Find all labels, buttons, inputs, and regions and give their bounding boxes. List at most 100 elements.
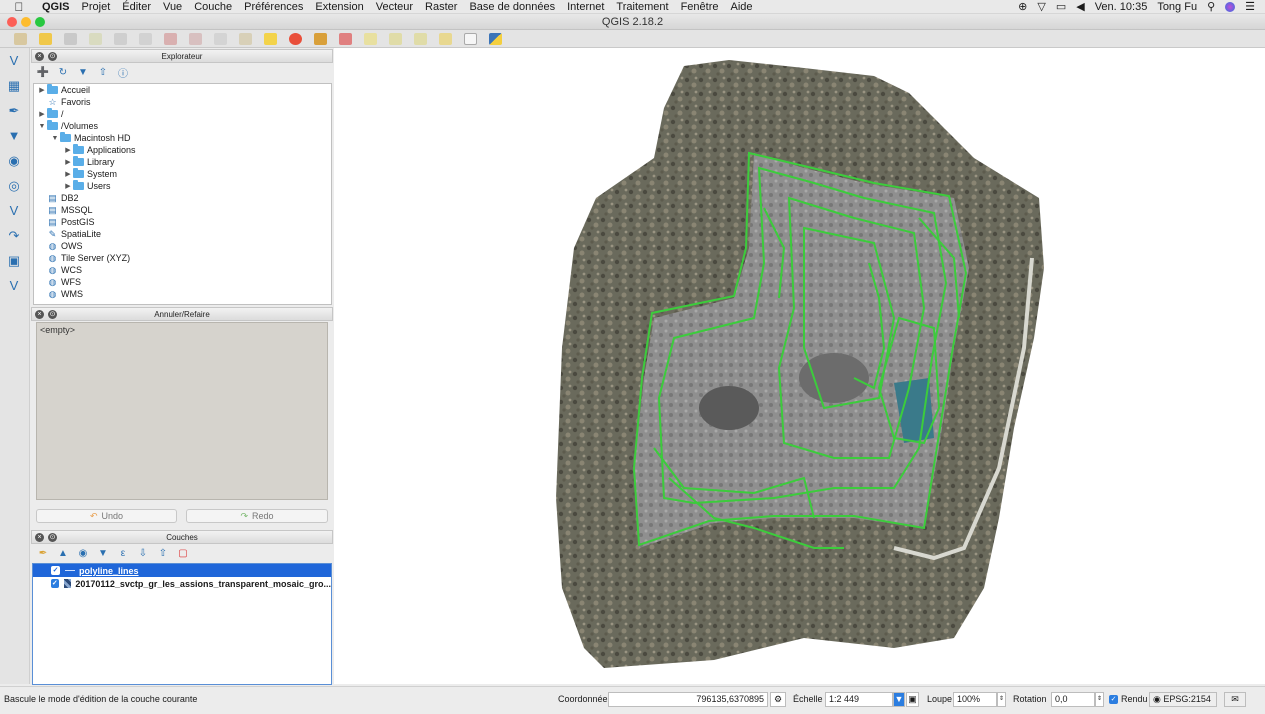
location-icon[interactable]: ⊕ — [1018, 0, 1027, 13]
lock-scale-icon[interactable]: ▣ — [906, 692, 919, 707]
map-render[interactable] — [334, 48, 1265, 684]
map-canvas[interactable] — [334, 48, 1265, 684]
expand-arrow-icon[interactable]: ▼ — [50, 135, 60, 142]
collapse-all-icon[interactable]: ⇧ — [95, 65, 111, 79]
layer-style-icon[interactable]: ✒ — [35, 546, 51, 560]
tree-item-wms[interactable]: ◍ WMS — [34, 288, 331, 300]
show-hide-labels-icon[interactable] — [358, 31, 383, 47]
tree-item-ows[interactable]: ◍ OWS — [34, 240, 331, 252]
expand-all-icon[interactable]: ⇩ — [135, 546, 151, 560]
pencil-gray-icon[interactable] — [8, 31, 33, 47]
expand-arrow-icon[interactable]: ▼ — [37, 123, 47, 130]
layer-diagram-icon[interactable] — [308, 31, 333, 47]
label-abc-icon[interactable] — [258, 31, 283, 47]
tree-item-system[interactable]: ▶ System — [34, 168, 331, 180]
add-feature-icon[interactable] — [83, 31, 108, 47]
collapse-all-icon[interactable]: ⇧ — [155, 546, 171, 560]
undo-button[interactable]: ↶ Undo — [36, 509, 177, 523]
rotate-label-icon[interactable] — [408, 31, 433, 47]
tree-item-postgis[interactable]: ▤ PostGIS — [34, 216, 331, 228]
close-window-button[interactable] — [7, 17, 17, 27]
tree-item-mssql[interactable]: ▤ MSSQL — [34, 204, 331, 216]
node-tool-icon[interactable] — [133, 31, 158, 47]
float-panel-icon[interactable]: ⊙ — [48, 52, 57, 61]
magnifier-input[interactable]: 100% — [953, 692, 997, 707]
menu-traitement[interactable]: Traitement — [610, 0, 674, 14]
layers-list[interactable]: ✓ polyline_lines ✓ 20170112_svctp_gr_les_as… — [32, 563, 332, 685]
expand-arrow-icon[interactable]: ▶ — [63, 146, 73, 154]
add-virtual-layer-icon[interactable]: ▣ — [0, 248, 28, 273]
float-panel-icon[interactable]: ⊙ — [48, 533, 57, 542]
copy-features-icon[interactable] — [208, 31, 233, 47]
refresh-icon[interactable]: ↻ — [55, 65, 71, 79]
rotation-stepper[interactable]: ⇕ — [1095, 692, 1104, 707]
paste-features-icon[interactable] — [233, 31, 258, 47]
add-wfs-layer-icon[interactable]: V — [0, 198, 28, 223]
expand-arrow-icon[interactable]: ▶ — [63, 182, 73, 190]
info-icon[interactable]: ⓘ — [115, 65, 131, 80]
close-panel-icon[interactable]: × — [35, 310, 44, 319]
menu-fenetre[interactable]: Fenêtre — [675, 0, 725, 14]
add-wcs-layer-icon[interactable]: ◎ — [0, 173, 28, 198]
filter-expression-icon[interactable]: ε — [115, 546, 131, 560]
airplay-icon[interactable]: ▭ — [1056, 0, 1066, 13]
layer-labeling-icon[interactable] — [283, 31, 308, 47]
layer-item[interactable]: ✓ 20170112_svctp_gr_les_assions_transpare… — [33, 577, 331, 590]
tree-item-accueil[interactable]: ▶ Accueil — [34, 84, 331, 96]
add-mssql-layer-icon[interactable]: ▼ — [0, 123, 28, 148]
move-feature-icon[interactable] — [108, 31, 133, 47]
csw-icon[interactable] — [458, 31, 483, 47]
new-shapefile-icon[interactable]: V — [0, 273, 28, 298]
tree-item-favoris[interactable]: ☆ Favoris — [34, 96, 331, 108]
redo-button[interactable]: ↷ Redo — [186, 509, 328, 523]
filter-icon[interactable]: ▼ — [75, 65, 91, 79]
crs-button[interactable]: ◉ EPSG:2154 — [1149, 692, 1217, 707]
add-raster-layer-icon[interactable]: ▦ — [0, 73, 28, 98]
browser-tree[interactable]: ▶ Accueil ☆ Favoris ▶ / ▼/Volumes ▼ Macintosh HD… — [33, 83, 332, 305]
add-vector-layer-icon[interactable]: V — [0, 48, 28, 73]
close-panel-icon[interactable]: × — [35, 533, 44, 542]
add-wms-layer-icon[interactable]: ◉ — [0, 148, 28, 173]
clock-text[interactable]: Ven. 10:35 — [1095, 1, 1148, 13]
change-label-icon[interactable] — [433, 31, 458, 47]
manage-visibility-icon[interactable]: ◉ — [75, 546, 91, 560]
move-label-icon[interactable] — [383, 31, 408, 47]
messages-icon[interactable]: ✉ — [1224, 692, 1246, 707]
expand-arrow-icon[interactable]: ▶ — [37, 86, 47, 94]
menu-couche[interactable]: Couche — [188, 0, 238, 14]
spotlight-icon[interactable]: ⚲ — [1207, 0, 1215, 13]
apple-icon[interactable]:  — [12, 0, 26, 14]
tree-item-spatialite[interactable]: ✎ SpatiaLite — [34, 228, 331, 240]
tree-item-wcs[interactable]: ◍ WCS — [34, 264, 331, 276]
float-panel-icon[interactable]: ⊙ — [48, 310, 57, 319]
menu-projet[interactable]: Projet — [76, 0, 117, 14]
menu-vecteur[interactable]: Vecteur — [370, 0, 419, 14]
menu-aide[interactable]: Aide — [725, 0, 759, 14]
add-group-icon[interactable]: ▲ — [55, 546, 71, 560]
app-menu[interactable]: QGIS — [36, 0, 76, 14]
coordinate-field[interactable]: 796135,6370895 — [608, 692, 768, 707]
tree-item-volumes[interactable]: ▼ /Volumes — [34, 120, 331, 132]
menu-raster[interactable]: Raster — [419, 0, 463, 14]
expand-arrow-icon[interactable]: ▶ — [63, 170, 73, 178]
wifi-icon[interactable]: ▽ — [1037, 0, 1045, 13]
toggle-editing-icon[interactable] — [33, 31, 58, 47]
filter-legend-icon[interactable]: ▼ — [95, 546, 111, 560]
volume-icon[interactable]: ◀ — [1076, 0, 1084, 13]
menu-preferences[interactable]: Préférences — [238, 0, 309, 14]
delete-selected-icon[interactable] — [158, 31, 183, 47]
minimize-window-button[interactable] — [21, 17, 31, 27]
add-selected-layer-icon[interactable]: ➕ — [35, 65, 51, 79]
menu-editer[interactable]: Éditer — [116, 0, 157, 14]
tree-item-tile-server-xyz[interactable]: ◍ Tile Server (XYZ) — [34, 252, 331, 264]
render-checkbox[interactable]: ✓ — [1109, 695, 1118, 704]
notification-center-icon[interactable]: ☰ — [1245, 0, 1255, 13]
layer-item[interactable]: ✓ polyline_lines — [33, 564, 331, 577]
tree-item-macintosh-hd[interactable]: ▼ Macintosh HD — [34, 132, 331, 144]
layer-visibility-checkbox[interactable]: ✓ — [51, 579, 59, 588]
undo-history-list[interactable]: <empty> — [36, 322, 328, 500]
magnifier-stepper[interactable]: ⇕ — [997, 692, 1006, 707]
layer-visibility-checkbox[interactable]: ✓ — [51, 566, 60, 575]
scale-dropdown-icon[interactable]: ▼ — [893, 692, 905, 707]
tree-item-users[interactable]: ▶ Users — [34, 180, 331, 192]
